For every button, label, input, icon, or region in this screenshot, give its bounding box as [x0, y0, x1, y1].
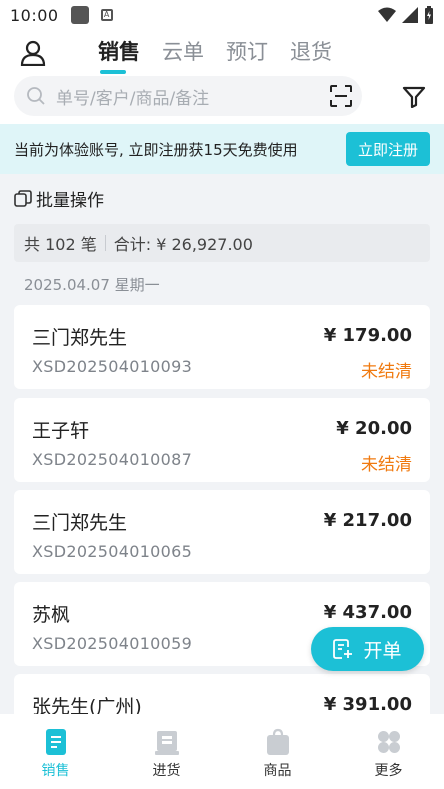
tab-cloud-orders[interactable]: 云单	[162, 36, 204, 74]
status-bar: 10:00 A	[0, 0, 444, 30]
summary-bar: 共 102 笔 合计: ¥ 26,927.00	[14, 224, 430, 262]
notification-icon	[70, 6, 89, 24]
order-number: XSD202504010065	[32, 542, 193, 561]
nav-sales-label: 销售	[41, 763, 70, 779]
order-amount: ¥ 217.00	[323, 510, 412, 531]
search-placeholder: 单号/客户/商品/备注	[56, 88, 210, 109]
payment-status: 未结清	[361, 455, 412, 475]
order-number: XSD202504010059	[32, 634, 193, 653]
edit-document-icon	[333, 639, 353, 659]
wifi-icon	[378, 7, 396, 22]
order-card[interactable]: 三门郑先生 XSD202504010065 ¥ 217.00	[14, 490, 430, 574]
scan-icon[interactable]	[330, 85, 352, 107]
date-header: 2025.04.07 星期一	[24, 276, 160, 294]
search-input[interactable]: 单号/客户/商品/备注	[14, 76, 362, 116]
customer-name: 三门郑先生	[32, 512, 128, 534]
order-card[interactable]: 王子轩 XSD202504010087 ¥ 20.00 未结清	[14, 398, 430, 482]
order-number: XSD202504010087	[32, 450, 193, 469]
nav-more-label: 更多	[374, 763, 403, 779]
search-icon	[27, 87, 45, 105]
order-amount: ¥ 437.00	[323, 602, 412, 623]
customer-name: 王子轩	[32, 420, 90, 442]
payment-status: 未结清	[361, 362, 412, 382]
batch-operation-button[interactable]: 批量操作	[14, 186, 104, 211]
battery-icon	[425, 6, 433, 24]
header: 销售 云单 预订 退货 单号/客户/商品/备注	[0, 30, 444, 124]
bottom-nav: 销售 进货 商品 更多	[0, 714, 444, 789]
nav-more[interactable]: 更多	[333, 714, 444, 789]
tab-sales[interactable]: 销售	[98, 36, 140, 74]
order-count: 共 102 笔	[24, 235, 97, 254]
order-amount: ¥ 391.00	[323, 694, 412, 715]
nav-products[interactable]: 商品	[222, 714, 333, 789]
copy-icon	[14, 189, 32, 207]
inbound-box-icon	[154, 731, 179, 755]
filter-icon[interactable]	[402, 86, 426, 108]
nav-purchase-label: 进货	[152, 763, 181, 779]
document-icon	[45, 729, 66, 755]
order-amount: ¥ 179.00	[323, 325, 412, 346]
tab-bar: 销售 云单 预订 退货	[98, 36, 332, 74]
trial-banner-text: 当前为体验账号, 立即注册获15天免费使用	[14, 140, 298, 159]
nav-sales[interactable]: 销售	[0, 714, 111, 789]
tab-returns[interactable]: 退货	[290, 36, 332, 74]
customer-name: 三门郑先生	[32, 327, 128, 349]
divider	[104, 235, 106, 251]
trial-banner: 当前为体验账号, 立即注册获15天免费使用 立即注册	[0, 124, 444, 174]
status-time: 10:00	[10, 5, 59, 25]
register-button[interactable]: 立即注册	[346, 132, 430, 166]
user-icon[interactable]	[20, 40, 46, 66]
new-order-button[interactable]: 开单	[311, 627, 424, 671]
order-number: XSD202504010093	[32, 357, 193, 376]
tab-reservations[interactable]: 预订	[226, 36, 268, 74]
customer-name: 苏枫	[32, 604, 71, 626]
signal-icon	[402, 7, 418, 23]
bag-icon	[266, 728, 289, 755]
new-order-label: 开单	[363, 639, 402, 662]
order-amount: ¥ 20.00	[336, 418, 412, 439]
text-notification-icon: A	[100, 9, 113, 21]
more-grid-icon	[377, 731, 400, 753]
nav-purchase[interactable]: 进货	[111, 714, 222, 789]
nav-products-label: 商品	[263, 763, 292, 779]
order-total: 合计: ¥ 26,927.00	[113, 235, 253, 254]
order-card[interactable]: 三门郑先生 XSD202504010093 ¥ 179.00 未结清	[14, 305, 430, 389]
batch-operation-label: 批量操作	[36, 191, 104, 211]
